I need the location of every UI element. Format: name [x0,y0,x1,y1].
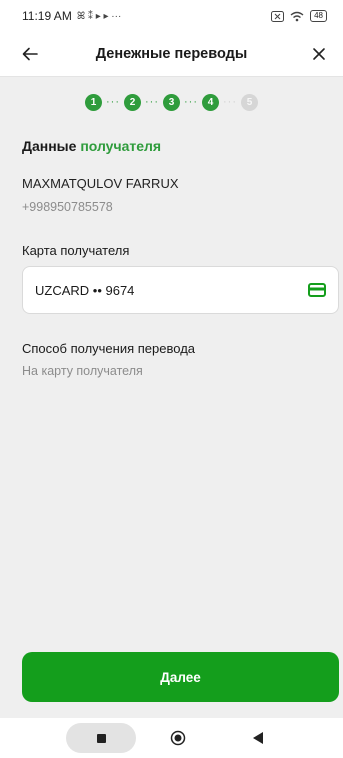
recipient-title-accent: получателя [80,138,162,154]
nav-back-button[interactable] [251,731,265,745]
method-value: На карту получателя [22,364,143,378]
step-2: 2 [124,94,141,111]
status-bar: 11:19 AM ꕤ ⁑ ▸ ▸ ··· 48 [0,0,343,32]
system-nav-bar [0,718,343,758]
recipient-section-title: Данные получателя [22,138,161,154]
credit-card-icon [308,283,326,297]
step-5: 5 [241,94,258,111]
step-3: 3 [163,94,180,111]
status-time: 11:19 AM [22,9,72,23]
status-left: 11:19 AM ꕤ ⁑ ▸ ▸ ··· [22,9,121,23]
square-icon [96,733,106,743]
back-button[interactable] [18,42,42,66]
home-button[interactable] [170,730,186,746]
app-header: Денежные переводы [0,32,343,77]
close-button[interactable] [307,42,331,66]
recipient-phone: +998950785578 [22,200,113,214]
close-icon [313,48,325,60]
method-label: Способ получения перевода [22,341,196,356]
recipient-title-prefix: Данные [22,138,77,154]
progress-stepper: 1 ··· 2 ··· 3 ··· 4 ··· 5 [0,94,343,111]
page: 11:19 AM ꕤ ⁑ ▸ ▸ ··· 48 Денежные перевод… [0,0,343,758]
step-1: 1 [85,94,102,111]
status-right: 48 [271,10,327,22]
recipient-card-selector[interactable]: UZCARD •• 9674 [22,266,339,314]
card-label: Карта получателя [22,243,130,258]
step-connector: ··· [184,96,198,108]
battery-icon: 48 [310,10,327,22]
step-connector: ··· [223,96,237,108]
arrow-left-icon [22,47,38,61]
next-button[interactable]: Далее [22,652,339,702]
step-connector: ··· [145,96,159,108]
page-title: Денежные переводы [95,46,248,62]
sim-icon [271,10,285,22]
notification-icons: ꕤ ⁑ ▸ ▸ ··· [76,10,122,22]
recipient-name: MAXMATQULOV FARRUX [22,176,179,191]
step-4: 4 [202,94,219,111]
wifi-icon [290,11,304,21]
card-value: UZCARD •• 9674 [35,282,135,298]
step-connector: ··· [106,96,120,108]
recent-apps-button[interactable] [66,723,136,753]
